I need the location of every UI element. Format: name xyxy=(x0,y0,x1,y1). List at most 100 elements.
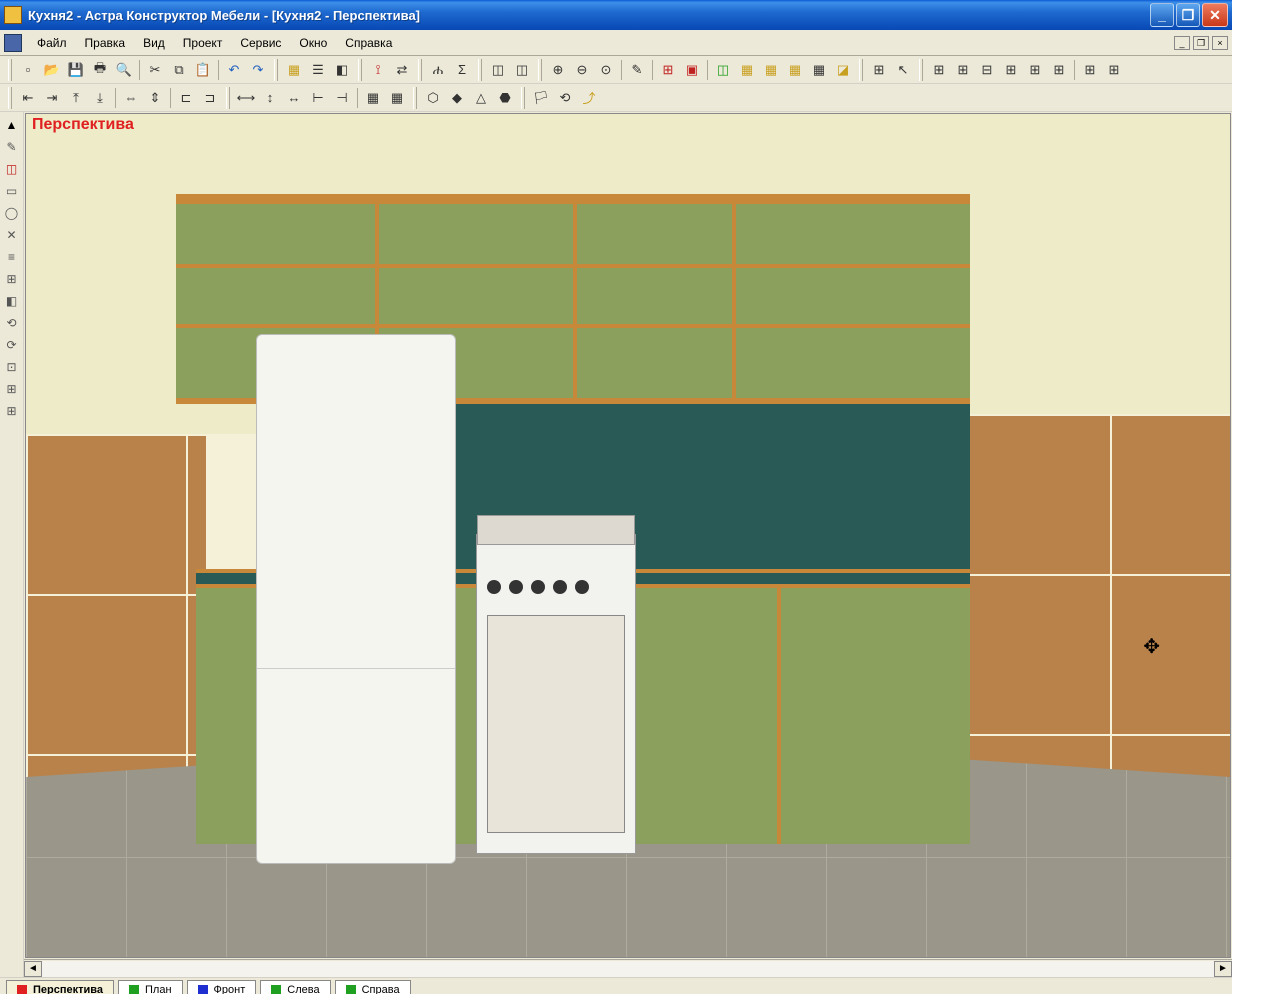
close-button[interactable]: ✕ xyxy=(1202,3,1228,27)
undo-icon[interactable]: ↶ xyxy=(223,59,245,81)
align-icon[interactable]: ⇤ xyxy=(17,87,39,109)
tool-icon[interactable]: ⊟ xyxy=(976,59,998,81)
shape-icon[interactable]: ⬣ xyxy=(494,87,516,109)
align-icon[interactable]: ⤒ xyxy=(65,87,87,109)
tool-icon[interactable]: ▦ xyxy=(808,59,830,81)
tab-right[interactable]: Справа xyxy=(335,980,411,994)
dim-icon[interactable]: ↕ xyxy=(259,87,281,109)
tool-icon[interactable]: ↖ xyxy=(892,59,914,81)
horizontal-scrollbar[interactable]: ◄ ► xyxy=(24,959,1232,977)
dim-icon[interactable]: ▦ xyxy=(362,87,384,109)
toolbar-grip[interactable] xyxy=(521,87,525,109)
toolbar-grip[interactable] xyxy=(859,59,863,81)
tool-icon[interactable]: ⟲ xyxy=(554,87,576,109)
minimize-button[interactable]: _ xyxy=(1150,3,1174,27)
tool-icon[interactable]: ▦ xyxy=(736,59,758,81)
dim-icon[interactable]: ↔ xyxy=(283,87,305,109)
toolbar-grip[interactable] xyxy=(919,59,923,81)
tool-icon[interactable]: ⊞ xyxy=(1103,59,1125,81)
new-icon[interactable]: ▫ xyxy=(17,59,39,81)
tool-icon[interactable]: ⟲ xyxy=(2,313,22,333)
tool-icon[interactable]: ⊞ xyxy=(868,59,890,81)
tool-icon[interactable]: ◫ xyxy=(487,59,509,81)
copy-icon[interactable]: ⧉ xyxy=(168,59,190,81)
select-icon[interactable]: ▲ xyxy=(2,115,22,135)
tool-icon[interactable]: ◧ xyxy=(2,291,22,311)
maximize-button[interactable]: ❐ xyxy=(1176,3,1200,27)
scroll-left-icon[interactable]: ◄ xyxy=(24,961,42,977)
scroll-right-icon[interactable]: ► xyxy=(1214,961,1232,977)
tool-icon[interactable]: ⟟ xyxy=(367,59,389,81)
tool-icon[interactable]: ▦ xyxy=(760,59,782,81)
tab-front[interactable]: Фронт xyxy=(187,980,257,994)
tool-icon[interactable]: ⤴ xyxy=(578,87,600,109)
toolbar-grip[interactable] xyxy=(226,87,230,109)
tab-perspective[interactable]: Перспектива xyxy=(6,980,114,994)
mdi-minimize-button[interactable]: _ xyxy=(1174,36,1190,50)
dim-icon[interactable]: ⊢ xyxy=(307,87,329,109)
menu-file[interactable]: Файл xyxy=(28,33,76,53)
tool-icon[interactable]: ▦ xyxy=(784,59,806,81)
tool-icon[interactable]: ✕ xyxy=(2,225,22,245)
open-icon[interactable]: 📂 xyxy=(41,59,63,81)
shape-icon[interactable]: ◆ xyxy=(446,87,468,109)
tool-icon[interactable]: ⊞ xyxy=(657,59,679,81)
toolbar-grip[interactable] xyxy=(8,87,12,109)
palette-icon[interactable]: ◧ xyxy=(331,59,353,81)
menu-window[interactable]: Окно xyxy=(290,33,336,53)
tool-icon[interactable]: ✎ xyxy=(2,137,22,157)
align-icon[interactable]: ⇥ xyxy=(41,87,63,109)
menu-view[interactable]: Вид xyxy=(134,33,174,53)
tool-icon[interactable]: ⊞ xyxy=(2,401,22,421)
toolbar-grip[interactable] xyxy=(478,59,482,81)
toolbar-grip[interactable] xyxy=(358,59,362,81)
shape-icon[interactable]: △ xyxy=(470,87,492,109)
tool-icon[interactable]: ⊞ xyxy=(2,269,22,289)
tool-icon[interactable]: ◯ xyxy=(2,203,22,223)
save-icon[interactable]: 💾 xyxy=(65,59,87,81)
align-icon[interactable]: ⊐ xyxy=(199,87,221,109)
mdi-restore-button[interactable]: ❐ xyxy=(1193,36,1209,50)
tab-plan[interactable]: План xyxy=(118,980,183,994)
zoom-fit-icon[interactable]: ⊙ xyxy=(595,59,617,81)
tool-icon[interactable]: ✎ xyxy=(626,59,648,81)
grid-icon[interactable]: ▦ xyxy=(283,59,305,81)
tool-icon[interactable]: ⊞ xyxy=(1079,59,1101,81)
tool-icon[interactable]: ⊡ xyxy=(2,357,22,377)
shape-icon[interactable]: ⬡ xyxy=(422,87,444,109)
dim-icon[interactable]: ⟷ xyxy=(235,87,257,109)
sum-icon[interactable]: Σ xyxy=(451,59,473,81)
tab-left[interactable]: Слева xyxy=(260,980,330,994)
tool-icon[interactable]: ⊞ xyxy=(1024,59,1046,81)
tool-icon[interactable]: ▭ xyxy=(2,181,22,201)
zoom-out-icon[interactable]: ⊖ xyxy=(571,59,593,81)
toolbar-grip[interactable] xyxy=(413,87,417,109)
toolbar-grip[interactable] xyxy=(418,59,422,81)
dim-icon[interactable]: ⊣ xyxy=(331,87,353,109)
tool-icon[interactable]: ⟳ xyxy=(2,335,22,355)
tool-icon[interactable]: ◪ xyxy=(832,59,854,81)
menu-service[interactable]: Сервис xyxy=(231,33,290,53)
align-icon[interactable]: ⤓ xyxy=(89,87,111,109)
menu-project[interactable]: Проект xyxy=(174,33,232,53)
graph-icon[interactable]: ሐ xyxy=(427,59,449,81)
menu-help[interactable]: Справка xyxy=(336,33,401,53)
toolbar-grip[interactable] xyxy=(274,59,278,81)
menu-edit[interactable]: Правка xyxy=(76,33,135,53)
tool-icon[interactable]: ≡ xyxy=(2,247,22,267)
toolbar-grip[interactable] xyxy=(538,59,542,81)
tool-icon[interactable]: ◫ xyxy=(2,159,22,179)
align-icon[interactable]: ⇕ xyxy=(144,87,166,109)
print-icon[interactable]: 🖶 xyxy=(89,59,111,81)
zoom-in-icon[interactable]: ⊕ xyxy=(547,59,569,81)
tool-icon[interactable]: ⇄ xyxy=(391,59,413,81)
preview-icon[interactable]: 🔍 xyxy=(113,59,135,81)
tool-icon[interactable]: 🏳 xyxy=(530,87,552,109)
redo-icon[interactable]: ↷ xyxy=(247,59,269,81)
tool-icon[interactable]: ⊞ xyxy=(2,379,22,399)
align-icon[interactable]: ⊏ xyxy=(175,87,197,109)
mdi-close-button[interactable]: × xyxy=(1212,36,1228,50)
layers-icon[interactable]: ☰ xyxy=(307,59,329,81)
tool-icon[interactable]: ⊞ xyxy=(928,59,950,81)
tool-icon[interactable]: ⊞ xyxy=(1048,59,1070,81)
